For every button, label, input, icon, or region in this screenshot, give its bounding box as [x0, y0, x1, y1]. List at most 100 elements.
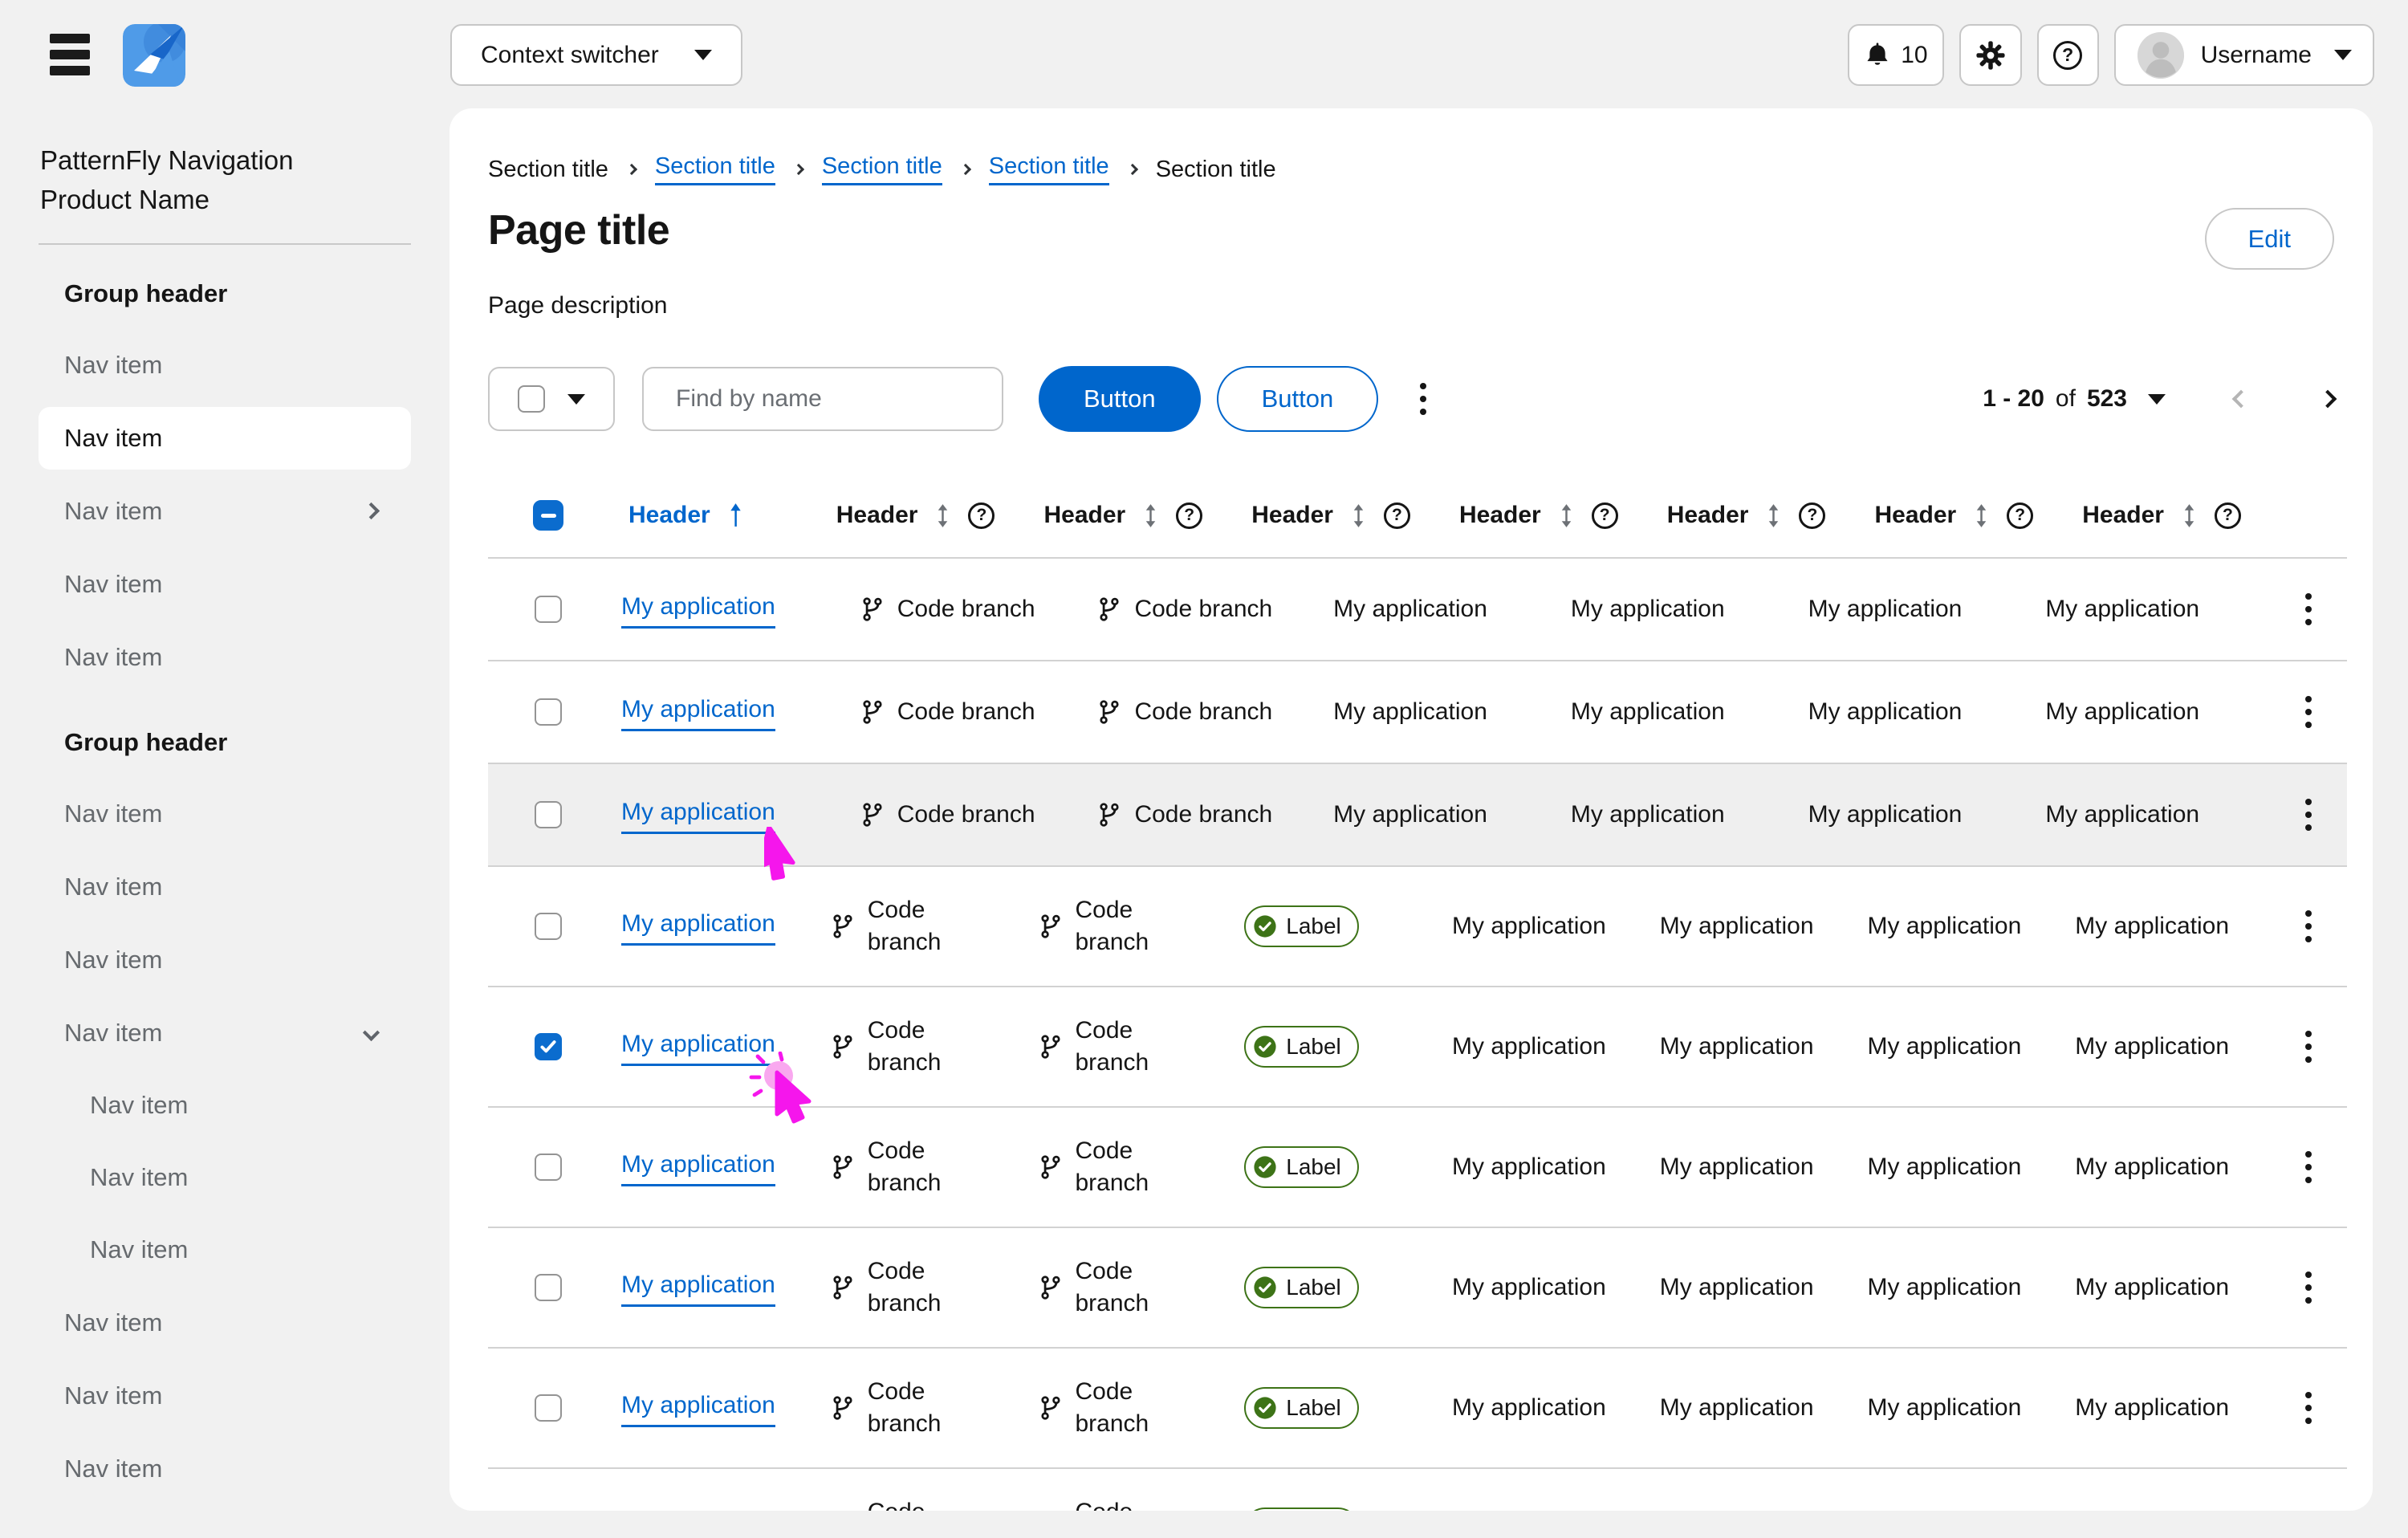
breadcrumb-link[interactable]: Section title: [655, 153, 775, 185]
sidebar-item-0-4[interactable]: Nav item: [0, 620, 449, 694]
row-checkbox[interactable]: [535, 698, 562, 726]
sidebar-item-1-6[interactable]: Nav item: [0, 1432, 449, 1505]
table-row-7[interactable]: My applicationCode branchCode branchLabe…: [488, 1347, 2347, 1467]
caret-down-icon: [567, 394, 585, 405]
column-header-1[interactable]: Header?: [816, 502, 1024, 529]
bulk-select-dropdown[interactable]: [488, 367, 615, 431]
table-row-2[interactable]: My applicationCode branchCode branchMy a…: [488, 763, 2347, 865]
row-checkbox[interactable]: [535, 596, 562, 623]
column-help-icon[interactable]: ?: [2215, 502, 2241, 529]
sidebar-item-1-1[interactable]: Nav item: [0, 850, 449, 923]
table-row-0[interactable]: My applicationCode branchCode branchMy a…: [488, 557, 2347, 660]
application-link[interactable]: My application: [621, 796, 775, 834]
application-link[interactable]: My application: [621, 1510, 775, 1512]
column-help-icon[interactable]: ?: [1799, 502, 1825, 529]
sidebar-item-1-4[interactable]: Nav item: [0, 1286, 449, 1359]
row-kebab-menu-button[interactable]: [2297, 791, 2320, 839]
sidebar-subitem-1-3-1[interactable]: Nav item: [0, 1141, 449, 1214]
row-checkbox[interactable]: [535, 801, 562, 828]
application-link[interactable]: My application: [621, 591, 775, 629]
row-kebab-menu-button[interactable]: [2297, 1263, 2320, 1312]
column-header-3[interactable]: Header?: [1231, 502, 1439, 529]
row-kebab-menu-button[interactable]: [2297, 1384, 2320, 1432]
row-actions-cell: [2270, 688, 2347, 736]
application-text: My application: [2075, 1271, 2229, 1304]
application-link[interactable]: My application: [621, 1269, 775, 1307]
pagination-next-button[interactable]: [2319, 390, 2337, 409]
application-text-cell: My application: [2032, 696, 2270, 728]
application-text-cell: My application: [1558, 696, 1796, 728]
row-kebab-menu-button[interactable]: [2297, 1504, 2320, 1511]
application-link[interactable]: My application: [621, 1389, 775, 1427]
row-checkbox[interactable]: [535, 1033, 562, 1060]
column-help-icon[interactable]: ?: [1592, 502, 1618, 529]
column-header-0[interactable]: Header: [608, 502, 816, 529]
table-row-1[interactable]: My applicationCode branchCode branchMy a…: [488, 660, 2347, 763]
primary-action-button[interactable]: Button: [1039, 366, 1201, 432]
sidebar-item-0-0[interactable]: Nav item: [0, 328, 449, 401]
notifications-button[interactable]: 10: [1848, 24, 1943, 86]
sidebar-item-1-2[interactable]: Nav item: [0, 923, 449, 996]
row-kebab-menu-button[interactable]: [2297, 902, 2320, 950]
application-text: My application: [1660, 1392, 1814, 1424]
column-header-label: Header: [836, 502, 918, 529]
sidebar-item-1-0[interactable]: Nav item: [0, 777, 449, 850]
sidebar-subitem-1-3-0[interactable]: Nav item: [0, 1069, 449, 1141]
table-row-6[interactable]: My applicationCode branchCode branchLabe…: [488, 1227, 2347, 1347]
table-header-row: HeaderHeader?Header?Header?Header?Header…: [488, 474, 2347, 557]
sidebar-subitem-1-3-2[interactable]: Nav item: [0, 1214, 449, 1286]
pagination-menu-button[interactable]: 1 - 20 of 523: [1983, 385, 2166, 413]
caret-down-icon: [2148, 394, 2166, 405]
sidebar-item-0-1[interactable]: Nav item: [39, 407, 411, 470]
toolbar-kebab-menu-button[interactable]: [1412, 375, 1434, 423]
search-input[interactable]: [676, 385, 986, 413]
application-link[interactable]: My application: [621, 1028, 775, 1066]
row-kebab-menu-button[interactable]: [2297, 1023, 2320, 1071]
row-checkbox[interactable]: [535, 1394, 562, 1422]
column-help-icon[interactable]: ?: [1384, 502, 1410, 529]
column-header-6[interactable]: Header?: [1855, 502, 2063, 529]
secondary-action-button[interactable]: Button: [1217, 366, 1379, 432]
column-header-5[interactable]: Header?: [1647, 502, 1855, 529]
code-branch-label: Code branch: [1076, 1255, 1159, 1320]
pagination-prev-button[interactable]: [2232, 390, 2251, 409]
breadcrumb-separator-icon: [793, 164, 804, 175]
user-menu-button[interactable]: Username: [2114, 24, 2374, 86]
sidebar-item-1-3[interactable]: Nav item: [0, 996, 449, 1069]
table-row-4[interactable]: My applicationCode branchCode branchLabe…: [488, 986, 2347, 1106]
column-help-icon[interactable]: ?: [2007, 502, 2033, 529]
row-kebab-menu-button[interactable]: [2297, 688, 2320, 736]
column-header-2[interactable]: Header?: [1024, 502, 1232, 529]
breadcrumb-link[interactable]: Section title: [989, 153, 1109, 185]
bulk-select-checkbox[interactable]: [518, 385, 545, 413]
column-header-7[interactable]: Header?: [2062, 502, 2270, 529]
application-text-cell: My application: [1647, 1392, 1855, 1424]
sidebar-item-0-2[interactable]: Nav item: [0, 474, 449, 547]
sidebar-item-0-3[interactable]: Nav item: [0, 547, 449, 620]
table-row-3[interactable]: My applicationCode branchCode branchLabe…: [488, 865, 2347, 986]
application-link[interactable]: My application: [621, 694, 775, 731]
help-button[interactable]: ?: [2037, 24, 2099, 86]
select-all-checkbox[interactable]: [533, 500, 563, 531]
table-row-5[interactable]: My applicationCode branchCode branchLabe…: [488, 1106, 2347, 1227]
code-branch-cell: Code branch: [1083, 593, 1320, 625]
row-checkbox[interactable]: [535, 1274, 562, 1301]
application-link[interactable]: My application: [621, 1149, 775, 1186]
application-link[interactable]: My application: [621, 908, 775, 946]
column-help-icon[interactable]: ?: [1176, 502, 1202, 529]
edit-button[interactable]: Edit: [2205, 208, 2334, 270]
context-switcher-dropdown[interactable]: Context switcher: [450, 24, 742, 86]
row-kebab-menu-button[interactable]: [2297, 585, 2320, 633]
breadcrumb-link[interactable]: Section title: [822, 153, 942, 185]
settings-button[interactable]: [1959, 24, 2022, 86]
column-help-icon[interactable]: ?: [968, 502, 995, 529]
sidebar-item-1-5[interactable]: Nav item: [0, 1359, 449, 1432]
application-text-cell: My application: [1439, 1271, 1647, 1304]
row-checkbox[interactable]: [535, 913, 562, 940]
row-kebab-menu-button[interactable]: [2297, 1143, 2320, 1191]
nav-toggle-button[interactable]: [50, 34, 92, 75]
application-text-cell: My application: [2032, 593, 2270, 625]
column-header-4[interactable]: Header?: [1439, 502, 1647, 529]
table-row-8[interactable]: My applicationCode branchCode branchLabe…: [488, 1467, 2347, 1511]
row-checkbox[interactable]: [535, 1154, 562, 1181]
